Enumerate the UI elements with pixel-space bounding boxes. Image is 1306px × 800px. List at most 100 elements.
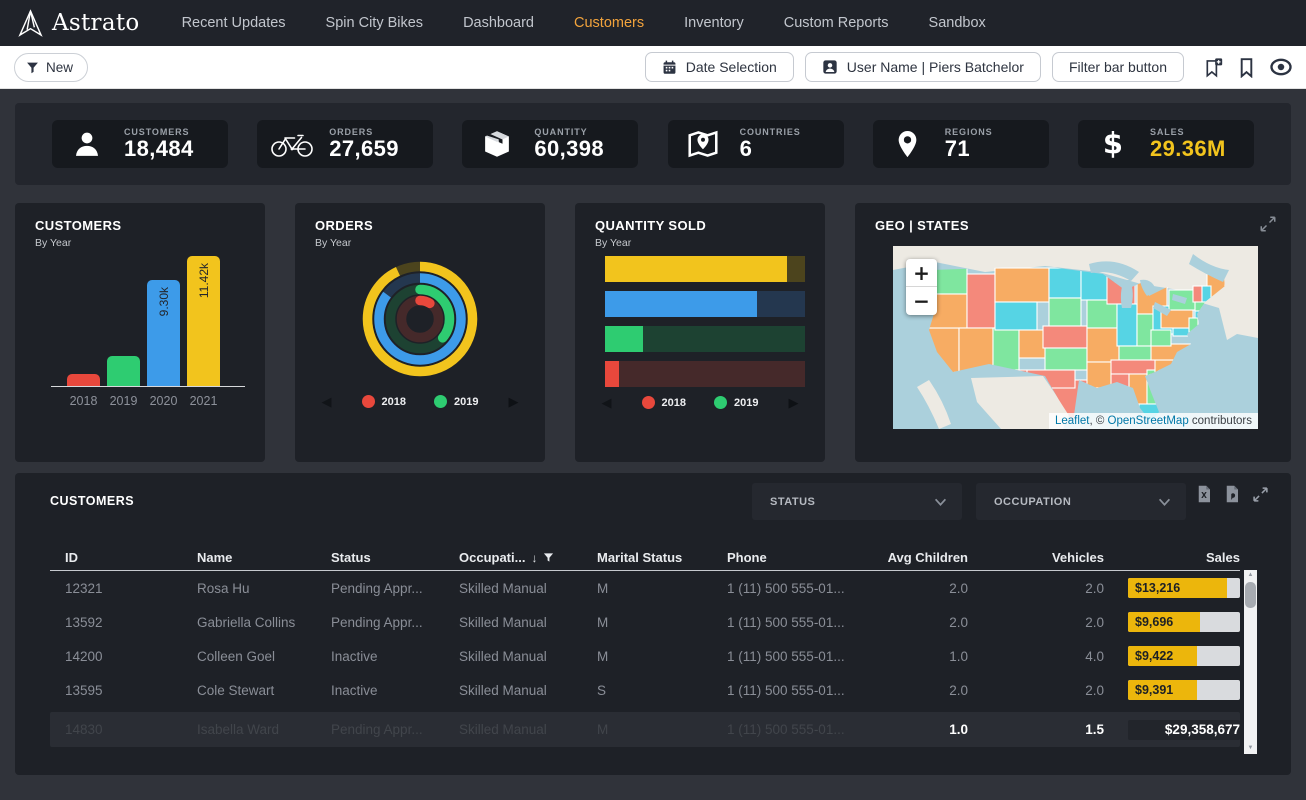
date-selection-button[interactable]: Date Selection (645, 52, 794, 82)
kpi-value: 29.36M (1150, 137, 1226, 161)
cell-id: 13592 (50, 615, 197, 630)
hbar-2019[interactable] (605, 326, 805, 352)
legend-dot (434, 395, 447, 408)
occupation-filter-dropdown[interactable]: OCCUPATION (976, 483, 1186, 520)
hbar-2021[interactable] (605, 256, 805, 282)
scroll-up-arrow[interactable]: ▲ (1248, 572, 1254, 579)
legend-dot (362, 395, 375, 408)
expand-icon[interactable] (1252, 486, 1269, 503)
col-header-phone[interactable]: Phone (727, 550, 880, 565)
customers-table: IDNameStatusOccupati...↓Marital StatusPh… (50, 545, 1240, 747)
zoom-out-button[interactable]: − (906, 287, 937, 315)
expand-icon[interactable] (1259, 215, 1277, 233)
chart-title: QUANTITY SOLD (575, 203, 825, 233)
person-icon (65, 129, 109, 159)
kpi-card-regions: REGIONS71 (873, 120, 1049, 168)
cell-avg-children: 1.0 (880, 649, 968, 664)
date-selection-label: Date Selection (686, 59, 777, 75)
status-filter-dropdown[interactable]: STATUS (752, 483, 962, 520)
nav-item-spin-city-bikes[interactable]: Spin City Bikes (326, 15, 424, 31)
map-icon (681, 130, 725, 158)
export-csv-icon[interactable] (1224, 485, 1240, 503)
table-row[interactable]: 14200Colleen GoelInactiveSkilled ManualM… (50, 639, 1240, 673)
legend-next-arrow[interactable]: ▶ (508, 395, 518, 408)
col-header-avg-children[interactable]: Avg Children (880, 550, 968, 565)
legend-dot (714, 396, 727, 409)
bar-2021[interactable]: 11.42k (187, 256, 220, 386)
col-header-name[interactable]: Name (197, 550, 331, 565)
nav-item-sandbox[interactable]: Sandbox (929, 15, 986, 31)
col-header-id[interactable]: ID (50, 550, 197, 565)
scroll-down-arrow[interactable]: ▼ (1248, 745, 1254, 752)
customers-chart-panel: CUSTOMERS By Year 9.30k11.42k 2018201920… (15, 203, 265, 462)
cell-vehicles: 2.0 (968, 683, 1104, 698)
col-header-marital-status[interactable]: Marital Status (597, 550, 727, 565)
orders-radial-chart[interactable] (358, 257, 482, 381)
col-header-occupati[interactable]: Occupati...↓ (459, 550, 597, 565)
sales-value: $9,391 (1135, 680, 1173, 700)
legend-prev-arrow[interactable]: ◀ (602, 396, 612, 409)
legend-item-2019[interactable]: 2019 (434, 395, 478, 408)
col-header-status[interactable]: Status (331, 550, 459, 565)
brand-logo[interactable]: Astrato (18, 9, 140, 38)
table-scrollbar[interactable]: ▲ ▼ (1244, 570, 1257, 754)
legend-prev-arrow[interactable]: ◀ (322, 395, 332, 408)
zoom-in-button[interactable]: + (906, 259, 937, 287)
table-row[interactable]: 13592Gabriella CollinsPending Appr...Ski… (50, 605, 1240, 639)
bar-2018[interactable] (67, 374, 100, 386)
user-card-icon (822, 59, 838, 75)
table-body: 12321Rosa HuPending Appr...Skilled Manua… (50, 571, 1240, 707)
table-row[interactable]: 12321Rosa HuPending Appr...Skilled Manua… (50, 571, 1240, 605)
legend-item-2018[interactable]: 2018 (362, 395, 406, 408)
user-name-button[interactable]: User Name | Piers Batchelor (805, 52, 1041, 82)
svg-text:$: $ (1103, 129, 1123, 159)
geo-map-panel: GEO | STATES (855, 203, 1291, 462)
scrollbar-thumb[interactable] (1245, 582, 1256, 608)
legend-item-2019[interactable]: 2019 (714, 396, 758, 409)
leaflet-link[interactable]: Leaflet (1055, 415, 1090, 427)
nav-item-custom-reports[interactable]: Custom Reports (784, 15, 889, 31)
col-header-sales[interactable]: Sales (1104, 550, 1240, 565)
cell-phone: 1 (11) 500 555-01... (727, 581, 880, 596)
cell-name: Gabriella Collins (197, 615, 331, 630)
openstreetmap-link[interactable]: OpenStreetMap (1108, 415, 1189, 427)
leaflet-map[interactable]: + − Leaflet, © OpenStreetMap contributor… (893, 246, 1258, 429)
nav-item-inventory[interactable]: Inventory (684, 15, 744, 31)
chevron-down-icon (1158, 498, 1171, 506)
legend-item-2018[interactable]: 2018 (642, 396, 686, 409)
cell-avg-children: 2.0 (880, 683, 968, 698)
bar-value-label: 9.30k (157, 287, 171, 316)
cell-phone: 1 (11) 500 555-01... (727, 683, 880, 698)
us-states-map[interactable] (893, 246, 1258, 429)
hbar-2018[interactable] (605, 361, 805, 387)
bar-2019[interactable] (107, 356, 140, 386)
cell-status: Inactive (331, 683, 459, 698)
bar-2020[interactable]: 9.30k (147, 280, 180, 386)
bookmark-icon[interactable] (1238, 57, 1255, 78)
table-row[interactable]: 13595Cole StewartInactiveSkilled ManualS… (50, 673, 1240, 707)
new-filter-button[interactable]: New (14, 53, 88, 82)
nav-item-recent-updates[interactable]: Recent Updates (182, 15, 286, 31)
hbar-2020[interactable] (605, 291, 805, 317)
nav-item-customers[interactable]: Customers (574, 15, 644, 31)
cell-occupation: Skilled Manual (459, 615, 597, 630)
kpi-card-quantity: QUANTITY60,398 (462, 120, 638, 168)
kpi-strip: CUSTOMERS18,484ORDERS27,659QUANTITY60,39… (15, 103, 1291, 185)
toolbar: New Date Selection User Name | Piers Bat… (0, 46, 1306, 89)
cell-marital: M (597, 615, 727, 630)
x-tick-2021: 2021 (187, 394, 220, 408)
eye-icon[interactable] (1270, 58, 1292, 76)
ghost-phone: 1 (11) 500 555-01... (727, 722, 880, 737)
cell-id: 13595 (50, 683, 197, 698)
col-header-vehicles[interactable]: Vehicles (968, 550, 1104, 565)
export-excel-icon[interactable]: X (1196, 485, 1212, 503)
bookmark-add-icon[interactable] (1204, 57, 1223, 78)
astrato-logo-icon (18, 9, 43, 38)
filter-bar-button[interactable]: Filter bar button (1052, 52, 1184, 82)
kpi-value: 60,398 (534, 137, 604, 161)
nav-item-dashboard[interactable]: Dashboard (463, 15, 534, 31)
legend-next-arrow[interactable]: ▶ (788, 396, 798, 409)
hbar-fill (605, 256, 787, 282)
filter-funnel-icon (26, 61, 39, 74)
x-tick-2019: 2019 (107, 394, 140, 408)
